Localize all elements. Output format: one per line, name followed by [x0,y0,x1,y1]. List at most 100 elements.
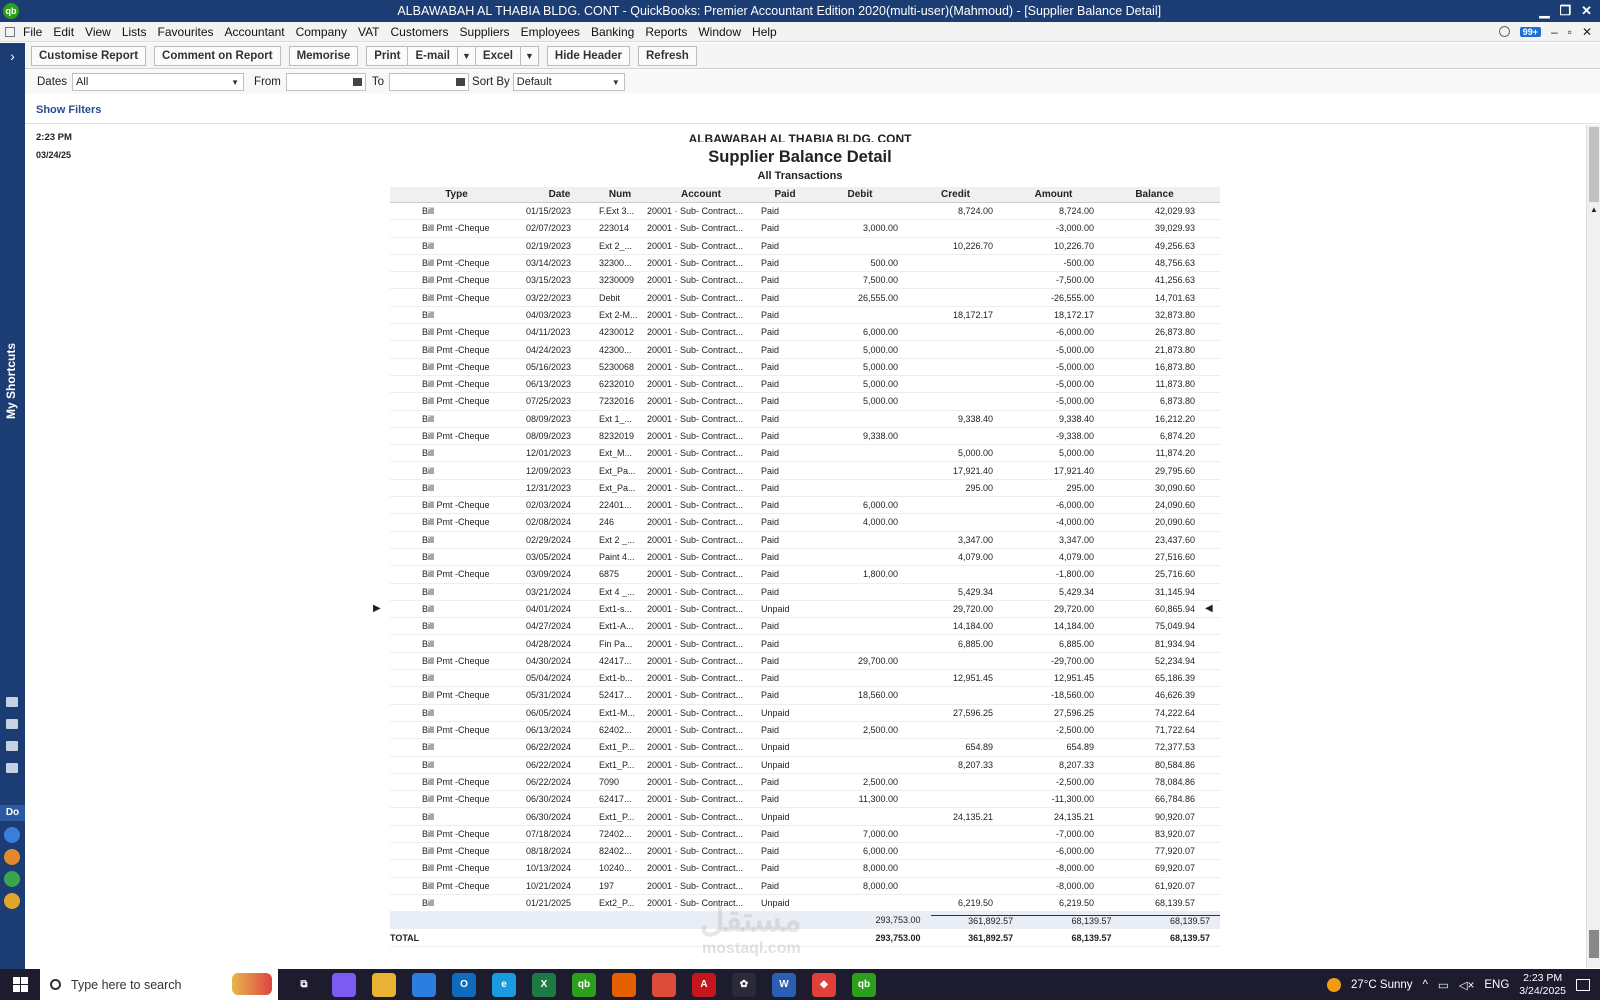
column-header-paid[interactable]: Paid [758,189,812,200]
table-row[interactable]: Bill Pmt -Cheque 08/09/2023 8232019 20001 ·… [390,428,1220,446]
menu-customers[interactable]: Customers [391,25,449,39]
chatgpt-icon[interactable]: ✿ [732,972,756,997]
store-icon[interactable] [412,972,436,997]
maximize-icon[interactable]: ❐ [1559,3,1571,19]
shortcut-doc-icon[interactable] [6,763,18,773]
table-row[interactable]: Bill 01/21/2025 Ext2_P... 20001 · Sub- Cont… [390,895,1220,913]
show-filters-link[interactable]: Show Filters [36,104,101,116]
table-row[interactable]: Bill 12/31/2023 Ext_Pa... 20001 · Sub- Cont… [390,480,1220,498]
weather-text[interactable]: 27°C Sunny [1351,979,1413,991]
taskbar-clock[interactable]: 2:23 PM 3/24/2025 [1519,972,1566,998]
table-row[interactable]: Bill Pmt -Cheque 03/22/2023 Debit 20001 · S… [390,289,1220,307]
total-row[interactable]: TOTAL 293,753.00 361,892.57 68,139.57 68… [390,929,1220,947]
table-row[interactable]: Bill 04/01/2024 Ext1-s... 20001 · Sub- Cont… [390,600,1220,619]
table-row[interactable]: Bill Pmt -Cheque 10/21/2024 197 20001 · Sub… [390,878,1220,895]
column-header-date[interactable]: Date [523,189,596,200]
anydesk-icon[interactable]: ◆ [812,972,836,997]
menu-employees[interactable]: Employees [521,25,580,39]
word-icon[interactable]: W [772,972,796,997]
tray-chevron-icon[interactable]: ^ [1423,979,1428,991]
notification-center-icon[interactable] [1576,978,1590,991]
email-button[interactable]: E-mail [407,45,457,66]
table-row[interactable]: Bill 01/15/2023 F.Ext 3... 20001 · Sub- Con… [390,203,1220,221]
table-row[interactable]: Bill Pmt -Cheque 07/18/2024 72402... 20001 … [390,826,1220,843]
table-row[interactable]: Bill 06/22/2024 Ext1_P... 20001 · Sub- Cont… [390,739,1220,757]
mdi-close-icon[interactable]: ✕ [1582,25,1592,39]
from-date-field[interactable] [285,73,366,91]
menu-view[interactable]: View [85,25,111,39]
scrollbar-thumb[interactable] [1589,127,1599,202]
menu-file[interactable]: File [23,25,42,39]
edge-icon[interactable]: e [492,972,516,997]
hide-header-button[interactable]: Hide Header [546,45,630,66]
excel-dropdown-icon[interactable]: ▼ [519,45,539,66]
system-menu-icon[interactable] [5,26,15,37]
refresh-button[interactable]: Refresh [638,45,697,66]
menu-window[interactable]: Window [698,25,741,39]
firefox-icon[interactable] [612,972,636,997]
table-row[interactable]: Bill Pmt -Cheque 02/03/2024 22401... 20001 … [390,497,1220,515]
sort-by-select[interactable]: Default ▼ [512,73,625,91]
excel-button[interactable]: Excel [474,45,520,66]
table-row[interactable]: Bill Pmt -Cheque 08/18/2024 82402... 20001 … [390,843,1220,861]
table-row[interactable]: Bill Pmt -Cheque 07/25/2023 7232016 20001 ·… [390,393,1220,411]
table-row[interactable]: Bill 05/04/2024 Ext1-b... 20001 · Sub- Cont… [390,670,1220,688]
printer-icon[interactable] [4,849,20,865]
shortcut-list-icon[interactable] [6,719,18,729]
notifications-badge[interactable]: 99+ [1519,26,1541,37]
quickbooks-icon[interactable]: qb [572,972,596,997]
table-row[interactable]: Bill Pmt -Cheque 03/15/2023 3230009 20001 ·… [390,272,1220,290]
column-header-account[interactable]: Account [644,189,758,200]
table-row[interactable]: Bill Pmt -Cheque 06/30/2024 62417... 20001 … [390,791,1220,809]
table-row[interactable]: Bill Pmt -Cheque 02/08/2024 246 20001 · Sub… [390,514,1220,532]
print-button[interactable]: Print [366,45,408,66]
my-shortcuts-label[interactable]: My Shortcuts [4,343,18,419]
table-row[interactable]: Bill 04/28/2024 Fin Pa... 20001 · Sub- Cont… [390,635,1220,653]
outlook-icon[interactable]: O [452,972,476,997]
calendar-icon[interactable] [456,78,466,86]
table-row[interactable]: Bill Pmt -Cheque 03/14/2023 32300... 20001 … [390,255,1220,273]
taskbar-search[interactable]: Type here to search [40,969,278,1000]
table-row[interactable]: Bill 06/30/2024 Ext1_P... 20001 · Sub- Cont… [390,808,1220,826]
task-view-icon[interactable]: ⧉ [292,972,316,997]
menu-favourites[interactable]: Favourites [158,25,214,39]
mobile-icon[interactable] [4,827,20,843]
table-row[interactable]: Bill 04/27/2024 Ext1-A... 20001 · Sub- Cont… [390,618,1220,636]
card-icon[interactable] [4,893,20,909]
shortcut-report-icon[interactable] [6,741,18,751]
subtotal-row[interactable]: 293,753.00 361,892.57 68,139.57 68,139.5… [390,912,1220,930]
add-icon[interactable] [4,871,20,887]
table-row[interactable]: Bill Pmt -Cheque 02/07/2023 223014 20001 · … [390,220,1220,238]
excel-icon[interactable]: X [532,972,556,997]
column-header-balance[interactable]: Balance [1104,189,1205,200]
menu-vat[interactable]: VAT [358,25,380,39]
menu-help[interactable]: Help [752,25,777,39]
start-button[interactable] [0,977,40,992]
menu-reports[interactable]: Reports [645,25,687,39]
calendar-icon[interactable] [352,78,362,86]
quickbooks-active-icon[interactable]: qb [852,972,876,997]
vertical-scrollbar[interactable]: ▲ [1586,125,1600,968]
menu-edit[interactable]: Edit [53,25,74,39]
customise-report-button[interactable]: Customise Report [31,45,147,66]
table-row[interactable]: Bill Pmt -Cheque 04/24/2023 42300... 20001 … [390,341,1220,359]
table-row[interactable]: Bill 08/09/2023 Ext 1_... 20001 · Sub- Cont… [390,411,1220,428]
menu-suppliers[interactable]: Suppliers [460,25,510,39]
shortcut-home-icon[interactable] [6,697,18,707]
chrome-icon[interactable] [652,972,676,997]
volume-icon[interactable]: ◁× [1459,978,1475,992]
table-row[interactable]: Bill Pmt -Cheque 04/11/2023 4230012 20001 ·… [390,324,1220,342]
table-row[interactable]: Bill 06/05/2024 Ext1-M... 20001 · Sub- Cont… [390,705,1220,722]
column-header-amount[interactable]: Amount [1003,189,1104,200]
to-date-field[interactable] [389,73,470,91]
dates-select[interactable]: All ▼ [72,73,245,91]
table-row[interactable]: Bill 02/29/2024 Ext 2 _... 20001 · Sub- Con… [390,532,1220,549]
acrobat-icon[interactable]: A [692,972,716,997]
language-indicator[interactable]: ENG [1484,979,1509,991]
column-header-credit[interactable]: Credit [908,189,1003,200]
table-row[interactable]: Bill 03/05/2024 Paint 4... 20001 · Sub- Con… [390,549,1220,567]
close-icon[interactable]: ✕ [1581,3,1592,19]
scroll-up-icon[interactable]: ▲ [1590,205,1598,214]
minimize-icon[interactable]: ▁ [1539,3,1549,19]
table-row[interactable]: Bill Pmt -Cheque 03/09/2024 6875 20001 · Su… [390,566,1220,584]
